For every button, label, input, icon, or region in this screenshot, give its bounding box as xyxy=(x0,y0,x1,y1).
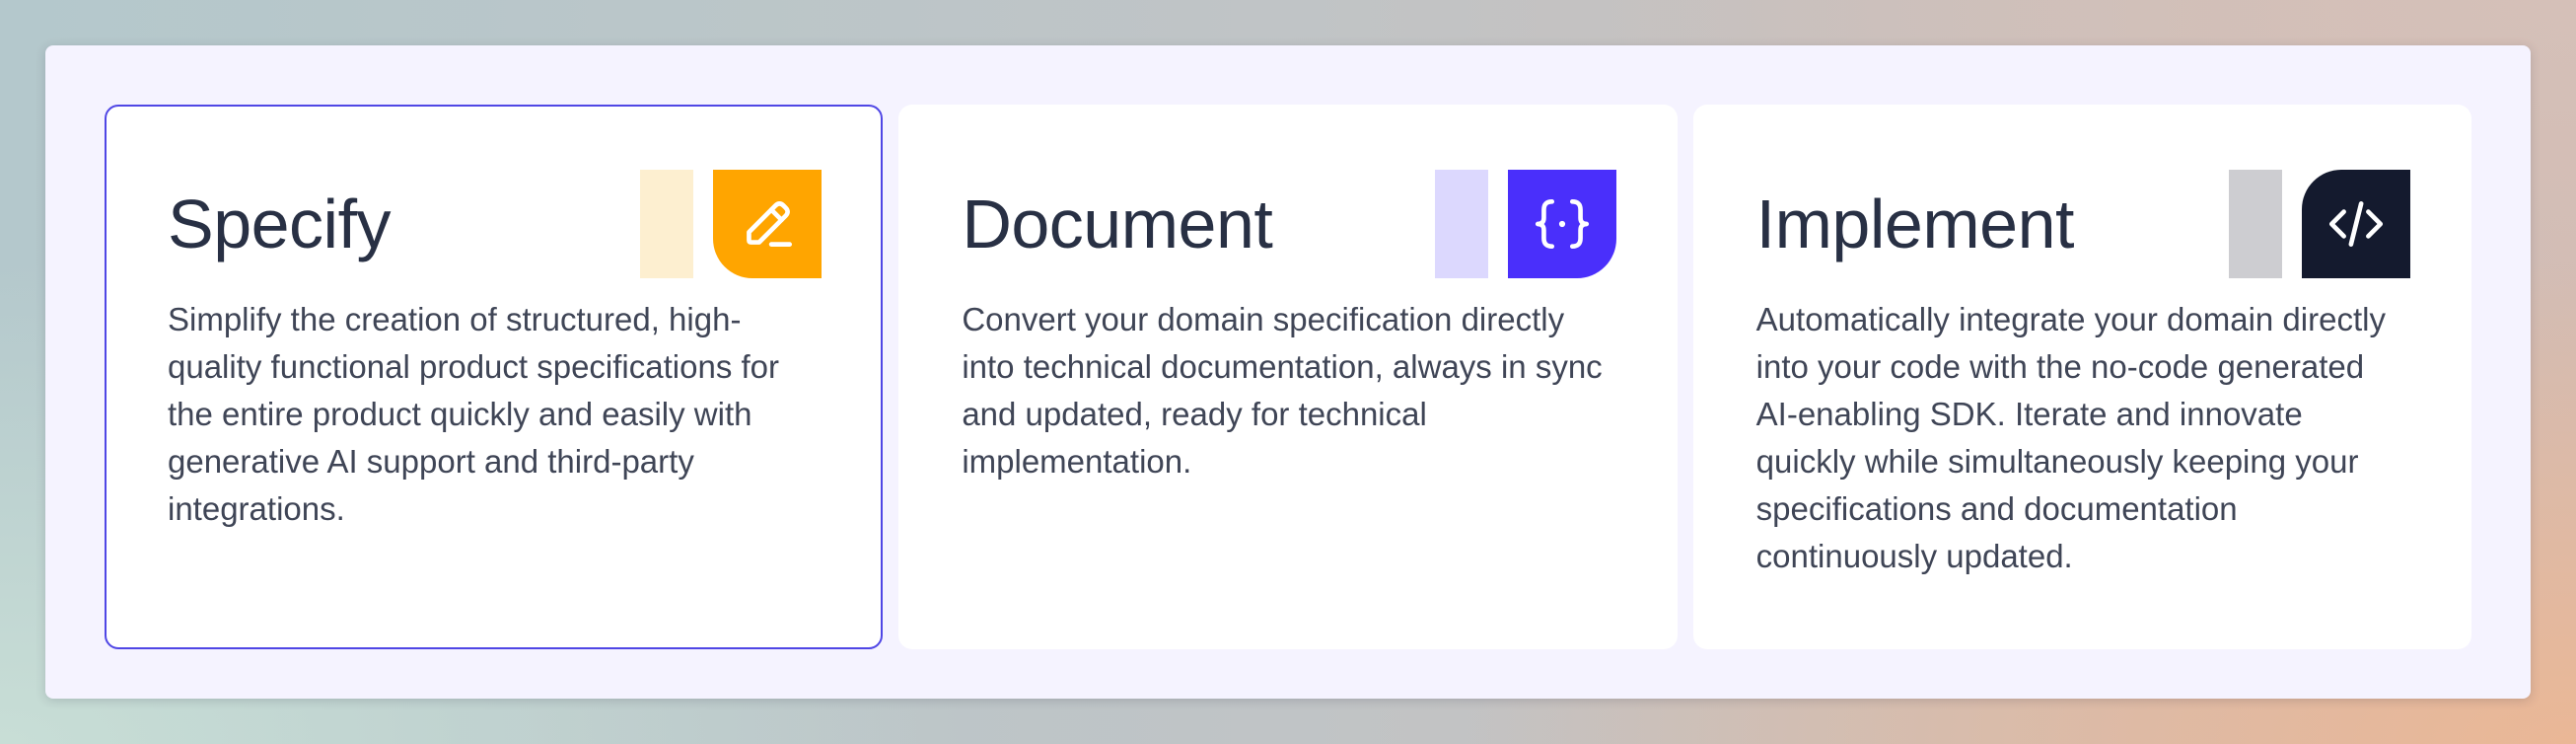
card-title: Implement xyxy=(1755,186,2075,262)
card-title: Specify xyxy=(168,186,392,262)
card-icon-group xyxy=(1434,170,1616,278)
card-description: Simplify the creation of structured, hig… xyxy=(168,301,780,527)
pencil-icon xyxy=(713,170,823,278)
features-panel: Specify Simplify the creation of structu… xyxy=(45,45,2531,699)
curly-braces-icon xyxy=(1507,170,1616,278)
feature-cards: Specify Simplify the creation of structu… xyxy=(105,105,2471,649)
card-header: Specify xyxy=(168,170,823,278)
card-description: Convert your domain specification direct… xyxy=(962,301,1603,480)
feature-card-specify[interactable]: Specify Simplify the creation of structu… xyxy=(105,105,884,649)
feature-card-document[interactable]: Document Convert your domain specificati… xyxy=(898,105,1678,649)
card-icon-group xyxy=(640,170,823,278)
card-header: Implement xyxy=(1756,170,2410,278)
card-header: Document xyxy=(962,170,1616,278)
icon-accent-strip xyxy=(640,170,694,278)
code-icon xyxy=(2301,170,2410,278)
icon-accent-strip xyxy=(2228,170,2282,278)
card-description: Automatically integrate your domain dire… xyxy=(1755,301,2386,574)
icon-accent-strip xyxy=(1434,170,1488,278)
card-title: Document xyxy=(962,186,1273,262)
card-icon-group xyxy=(2228,170,2410,278)
feature-card-implement[interactable]: Implement Automatically integrate your d… xyxy=(1692,105,2471,649)
